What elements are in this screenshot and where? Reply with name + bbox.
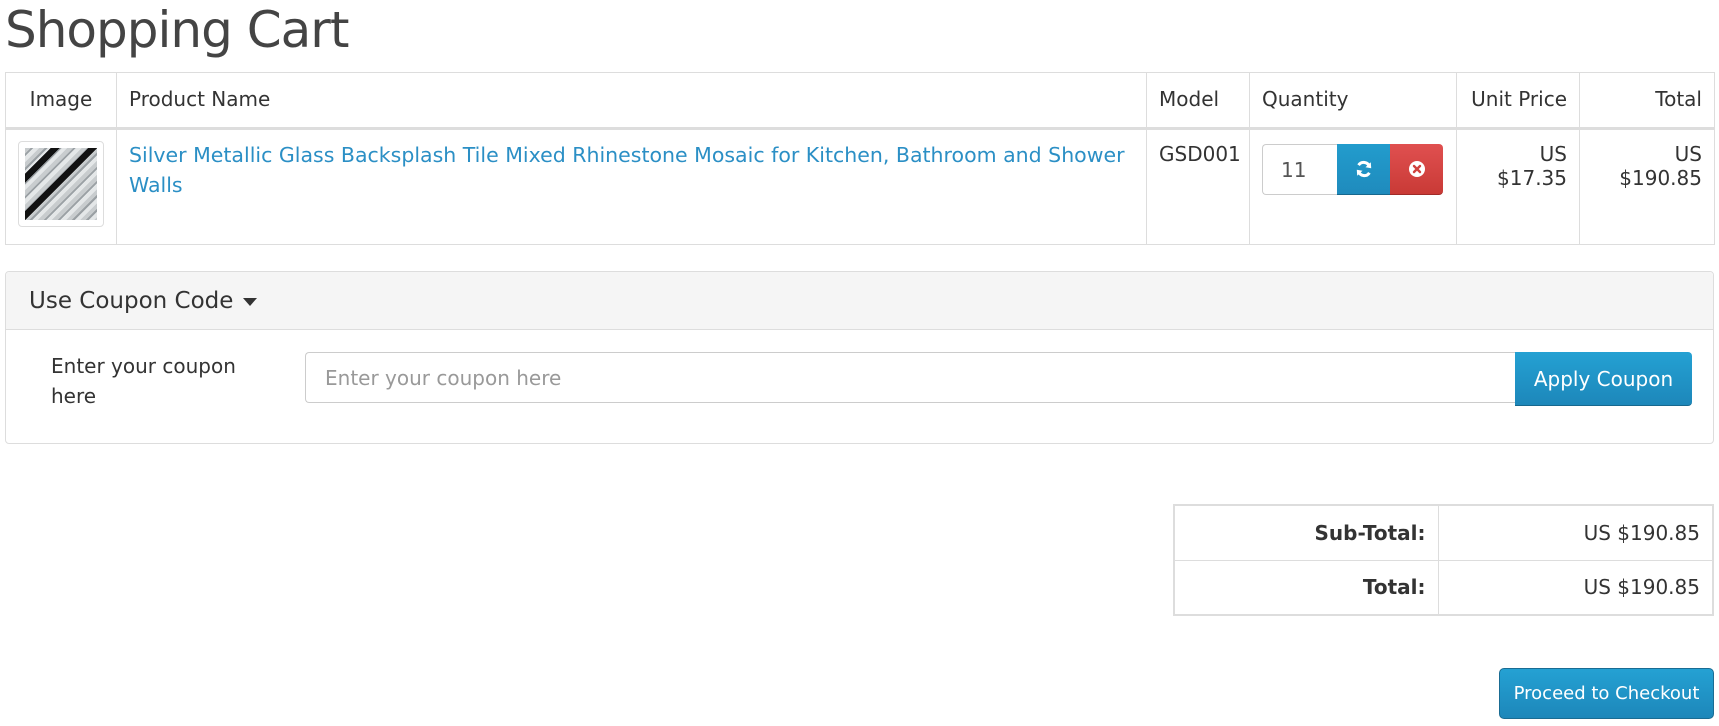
cart-item-total: US $190.85 (1579, 128, 1715, 245)
subtotal-label: Sub-Total: (1173, 504, 1439, 561)
totals-row-total: Total: US $190.85 (1173, 559, 1714, 616)
header-unit-price: Unit Price (1456, 72, 1580, 130)
coupon-panel-toggle[interactable]: Use Coupon Code (6, 272, 1713, 330)
quantity-input-group (1262, 144, 1444, 195)
product-thumbnail-link[interactable] (18, 141, 104, 227)
subtotal-value: US $190.85 (1437, 504, 1714, 561)
product-name-link[interactable]: Silver Metallic Glass Backsplash Tile Mi… (129, 140, 1134, 200)
times-circle-icon (1408, 161, 1425, 177)
cart-item-row: Silver Metallic Glass Backsplash Tile Mi… (5, 128, 1715, 245)
caret-down-icon (243, 297, 258, 306)
cart-table: Image Product Name Model Quantity Unit P… (5, 72, 1715, 245)
totals-table: Sub-Total: US $190.85 Total: US $190.85 (1173, 504, 1714, 616)
coupon-panel: Use Coupon Code Enter your coupon here A… (5, 271, 1714, 444)
total-value: US $190.85 (1437, 559, 1714, 616)
header-model: Model (1146, 72, 1250, 130)
product-thumbnail (25, 148, 97, 220)
apply-coupon-button[interactable]: Apply Coupon (1515, 352, 1692, 406)
cart-item-quantity-cell (1249, 128, 1457, 245)
page-title: Shopping Cart (5, 1, 349, 59)
proceed-to-checkout-button[interactable]: Proceed to Checkout (1499, 668, 1714, 719)
update-quantity-button[interactable] (1337, 144, 1390, 195)
remove-item-button[interactable] (1390, 144, 1443, 195)
cart-item-name-cell: Silver Metallic Glass Backsplash Tile Mi… (116, 128, 1147, 245)
totals-row-subtotal: Sub-Total: US $190.85 (1173, 504, 1714, 561)
header-product-name: Product Name (116, 72, 1147, 130)
coupon-label: Enter your coupon here (51, 354, 236, 408)
header-total: Total (1579, 72, 1715, 130)
cart-header-row: Image Product Name Model Quantity Unit P… (5, 72, 1715, 130)
cart-item-model: GSD001 (1146, 128, 1250, 245)
coupon-input[interactable] (305, 352, 1517, 403)
header-image: Image (5, 72, 117, 130)
header-quantity: Quantity (1249, 72, 1457, 130)
coupon-heading-text: Use Coupon Code (29, 287, 234, 314)
cart-item-image-cell (5, 128, 117, 245)
total-label: Total: (1173, 559, 1439, 616)
cart-item-unit-price: US $17.35 (1456, 128, 1580, 245)
quantity-input[interactable] (1262, 144, 1337, 195)
refresh-icon (1356, 160, 1371, 178)
